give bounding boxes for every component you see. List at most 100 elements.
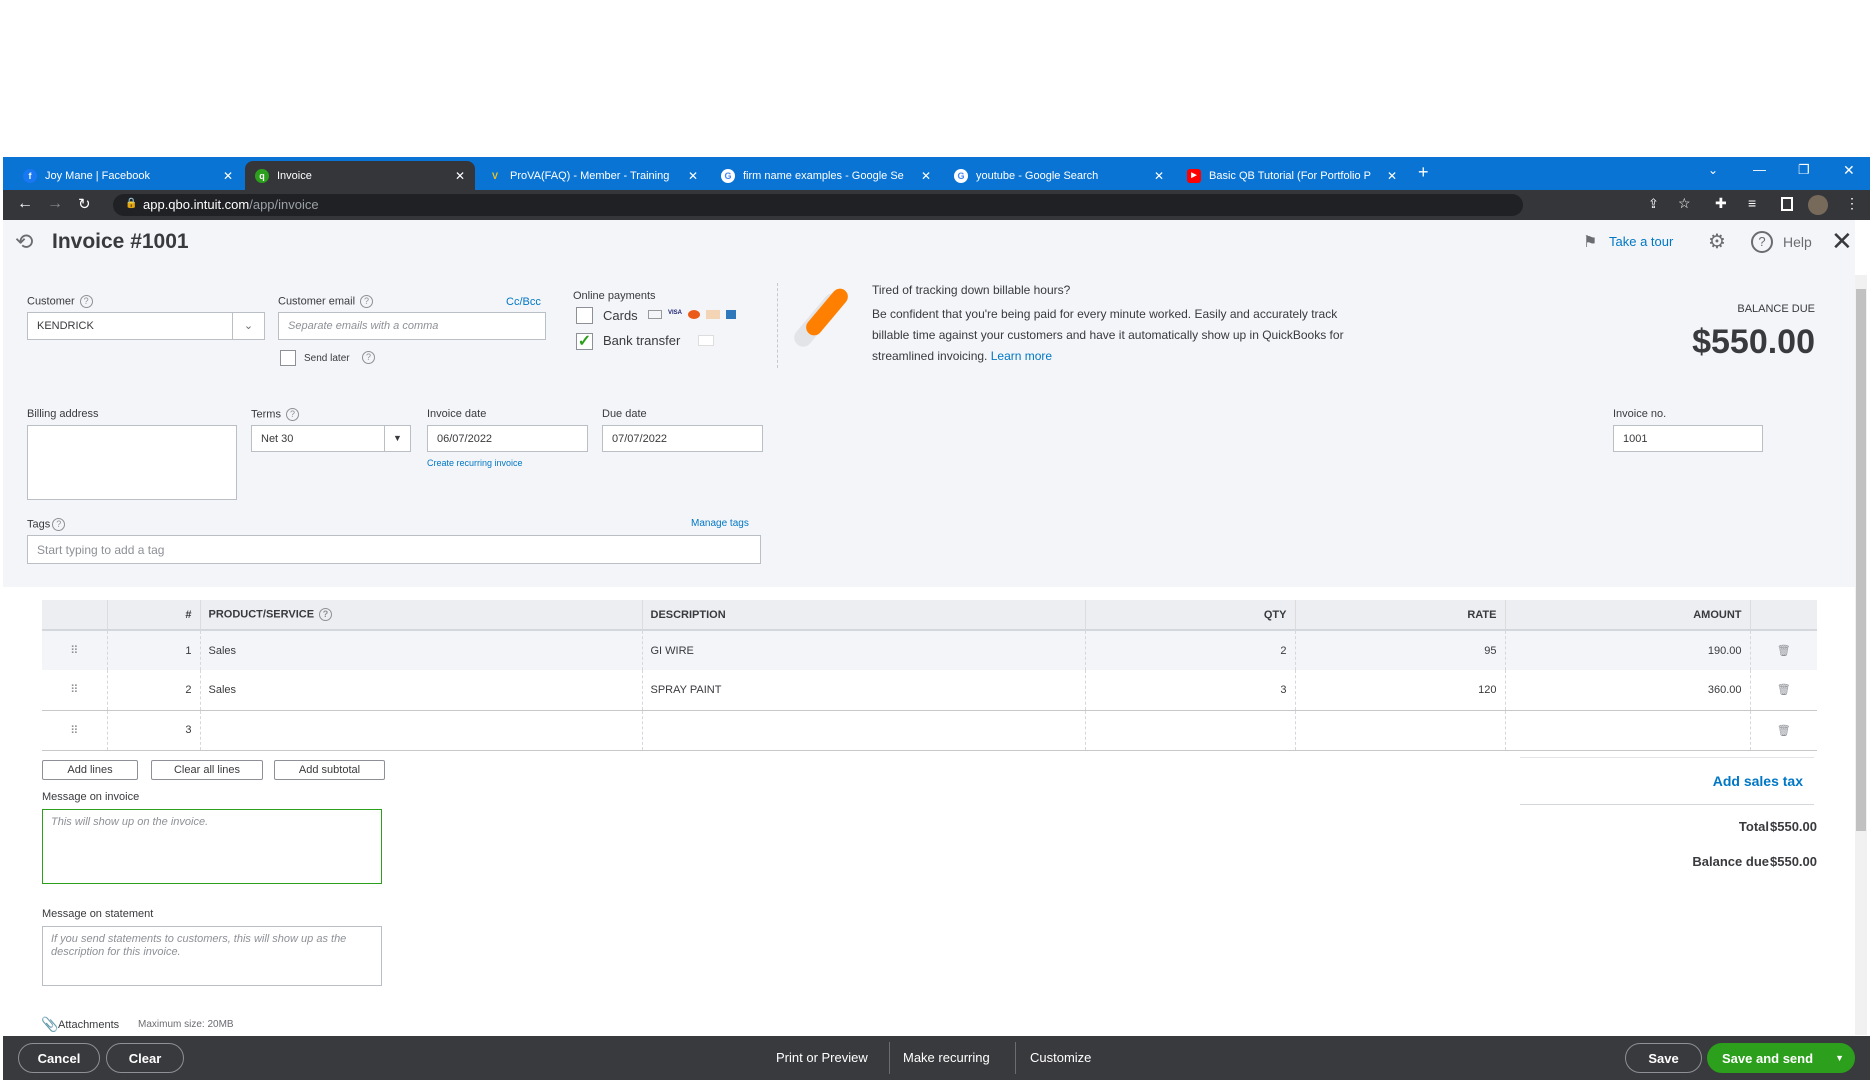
extensions-icon[interactable]: ✚ [1715, 195, 1727, 212]
take-tour-link[interactable]: Take a tour [1609, 234, 1673, 249]
dropdown-arrow-icon[interactable]: ▼ [1835, 1053, 1844, 1063]
drag-handle-icon[interactable]: ⠿ [42, 630, 108, 670]
tab-youtube[interactable]: ▶ Basic QB Tutorial (For Portfolio P ✕ [1177, 161, 1407, 190]
add-sales-tax-link[interactable]: Add sales tax [1713, 773, 1803, 789]
qty-cell[interactable] [1085, 709, 1296, 751]
tab-google-youtube[interactable]: Gyoutube - Google Search ✕ [944, 161, 1174, 190]
tab-google-firm[interactable]: Gfirm name examples - Google Se ✕ [711, 161, 941, 190]
dropdown-arrow-icon[interactable]: ▼ [384, 426, 410, 451]
customer-email-input[interactable]: Separate emails with a comma [278, 312, 546, 340]
product-cell[interactable]: Sales [200, 670, 643, 710]
close-tab-icon[interactable]: ✕ [1154, 169, 1164, 183]
message-statement-textarea[interactable]: If you send statements to customers, thi… [42, 926, 382, 986]
rate-cell[interactable]: 95 [1295, 630, 1506, 670]
reading-list-icon[interactable]: ≡ [1748, 195, 1756, 211]
scrollbar[interactable] [1855, 275, 1867, 1035]
product-cell[interactable] [200, 709, 643, 751]
qty-cell[interactable]: 3 [1085, 670, 1296, 710]
tab-facebook[interactable]: f Joy Mane | Facebook ✕ [13, 161, 243, 190]
help-icon[interactable]: ? [79, 295, 93, 308]
youtube-icon: ▶ [1187, 168, 1201, 183]
manage-tags-link[interactable]: Manage tags [691, 518, 749, 529]
send-later-checkbox[interactable] [280, 350, 296, 366]
back-icon[interactable]: ← [17, 195, 33, 213]
tab-search-icon[interactable]: ⌄ [1708, 163, 1718, 177]
settings-gear-icon[interactable]: ⚙ [1708, 229, 1726, 254]
description-cell[interactable] [642, 709, 1086, 751]
invoice-no-input[interactable]: 1001 [1613, 425, 1763, 452]
profile-avatar[interactable] [1808, 195, 1828, 215]
customize-link[interactable]: Customize [1030, 1050, 1091, 1065]
delete-trash-icon[interactable]: 🗑 [1750, 709, 1817, 751]
help-icon[interactable]: ? [362, 351, 375, 364]
tab-invoice[interactable]: q Invoice ✕ [245, 161, 475, 190]
chevron-down-icon[interactable]: ⌄ [232, 313, 264, 339]
invoice-date-input[interactable]: 06/07/2022 [427, 425, 588, 452]
qty-cell[interactable]: 2 [1085, 630, 1296, 670]
bookmark-star-icon[interactable]: ☆ [1678, 195, 1691, 212]
delete-trash-icon[interactable]: 🗑 [1750, 670, 1817, 710]
terms-select[interactable]: Net 30 ▼ [251, 425, 411, 452]
clear-button[interactable]: Clear [106, 1043, 184, 1073]
make-recurring-link[interactable]: Make recurring [903, 1050, 990, 1065]
amount-cell[interactable]: 190.00 [1505, 630, 1751, 670]
add-lines-button[interactable]: Add lines [42, 760, 138, 780]
help-icon[interactable]: ? [52, 518, 66, 531]
learn-more-link[interactable]: Learn more [991, 349, 1052, 363]
add-subtotal-button[interactable]: Add subtotal [274, 760, 385, 780]
help-icon[interactable]: ? [285, 408, 299, 421]
attachments-label[interactable]: Attachments [58, 1019, 119, 1031]
description-cell[interactable]: GI WIRE [642, 630, 1086, 670]
restore-icon[interactable]: ❐ [1798, 162, 1810, 178]
close-tab-icon[interactable]: ✕ [688, 169, 698, 183]
customer-select[interactable]: KENDRICK ⌄ [27, 312, 265, 340]
side-panel-icon[interactable] [1781, 197, 1793, 211]
share-icon[interactable]: ⇪ [1648, 196, 1659, 212]
bank-transfer-checkbox[interactable]: ✓ [576, 333, 593, 350]
forward-icon[interactable]: → [47, 195, 63, 213]
save-button[interactable]: Save [1625, 1043, 1702, 1073]
help-link[interactable]: Help [1783, 234, 1812, 250]
menu-icon[interactable]: ⋮ [1845, 195, 1859, 212]
delete-trash-icon[interactable]: 🗑 [1750, 630, 1817, 670]
reload-icon[interactable]: ↻ [78, 195, 91, 213]
url-input[interactable]: 🔒 app.qbo.intuit.com/app/invoice [113, 194, 1523, 216]
description-cell[interactable]: SPRAY PAINT [642, 670, 1086, 710]
close-icon[interactable]: ✕ [1831, 226, 1853, 257]
billing-address-input[interactable] [27, 425, 237, 500]
drag-handle-icon[interactable]: ⠿ [42, 709, 108, 751]
product-cell[interactable]: Sales [200, 630, 643, 670]
new-tab-button[interactable]: + [1418, 162, 1429, 183]
help-icon[interactable]: ? [1751, 231, 1773, 253]
table-row[interactable]: ⠿ 3 🗑 [42, 709, 1817, 751]
cards-checkbox[interactable] [576, 307, 593, 324]
tags-input[interactable]: Start typing to add a tag [27, 535, 761, 564]
drag-handle-icon[interactable]: ⠿ [42, 670, 108, 710]
window-close-icon[interactable]: ✕ [1843, 162, 1855, 179]
rate-cell[interactable]: 120 [1295, 670, 1506, 710]
close-tab-icon[interactable]: ✕ [455, 169, 465, 183]
help-icon[interactable]: ? [319, 608, 333, 621]
cancel-button[interactable]: Cancel [18, 1043, 100, 1073]
cc-bcc-link[interactable]: Cc/Bcc [506, 296, 541, 308]
amount-cell[interactable]: 360.00 [1505, 670, 1751, 710]
rate-cell[interactable] [1295, 709, 1506, 751]
minimize-icon[interactable]: — [1753, 162, 1766, 177]
save-and-send-button[interactable]: Save and send ▼ [1707, 1043, 1855, 1073]
table-row[interactable]: ⠿ 2 Sales SPRAY PAINT 3 120 360.00 🗑 [42, 670, 1817, 710]
print-preview-link[interactable]: Print or Preview [776, 1050, 868, 1065]
close-tab-icon[interactable]: ✕ [921, 169, 931, 183]
create-recurring-link[interactable]: Create recurring invoice [427, 458, 523, 468]
close-tab-icon[interactable]: ✕ [1387, 169, 1397, 183]
tab-prova[interactable]: V ProVA(FAQ) - Member - Training ✕ [478, 161, 708, 190]
due-date-input[interactable]: 07/07/2022 [602, 425, 763, 452]
recent-transactions-icon[interactable]: ⟲ [15, 229, 33, 255]
help-icon[interactable]: ? [360, 295, 374, 308]
invoice-no-label: Invoice no. [1613, 408, 1667, 420]
table-row[interactable]: ⠿ 1 Sales GI WIRE 2 95 190.00 🗑 [42, 630, 1817, 670]
amount-cell[interactable] [1505, 709, 1751, 751]
clear-all-lines-button[interactable]: Clear all lines [151, 760, 263, 780]
close-tab-icon[interactable]: ✕ [223, 169, 233, 183]
message-invoice-textarea[interactable]: This will show up on the invoice. [42, 809, 382, 884]
scrollbar-thumb[interactable] [1856, 289, 1866, 831]
